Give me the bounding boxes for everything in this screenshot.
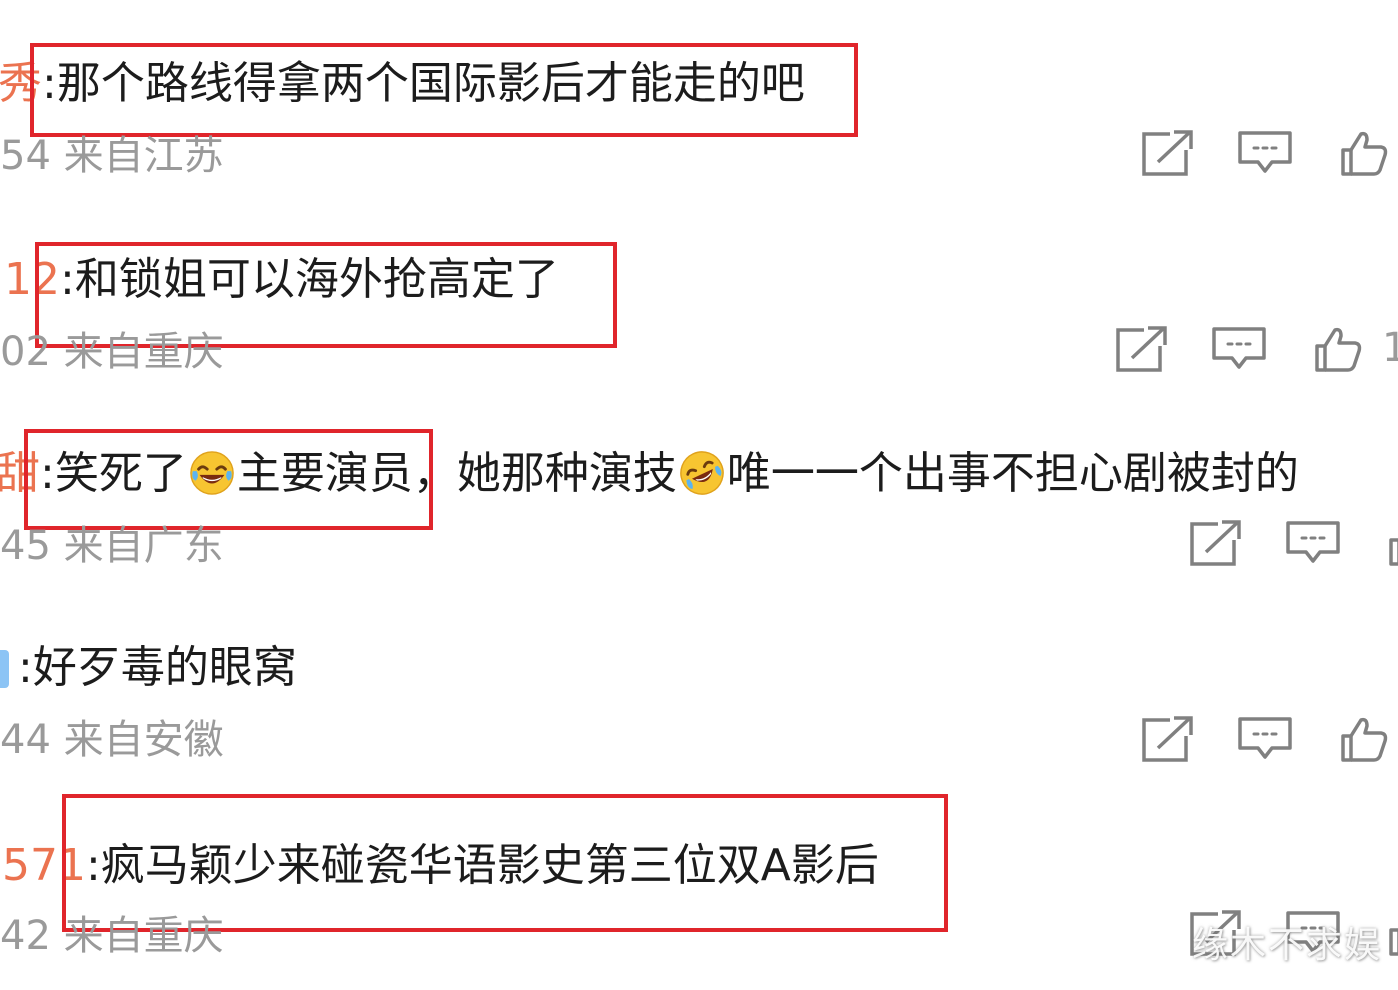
watermark: 缘木不求娱 — [1191, 925, 1382, 966]
comment-4-body: 好歹毒的眼窝 — [32, 642, 297, 693]
comment-3-body-part3: ，她那种演技 — [412, 448, 677, 499]
share-icon-graphic — [1142, 130, 1193, 176]
thumbs-up-icon-graphic — [1389, 538, 1398, 566]
comment-2-comment-icon[interactable] — [1210, 324, 1268, 374]
comment-icon-graphic — [1238, 717, 1292, 759]
comment-4-time: 44 — [0, 717, 51, 763]
comment-1-share-icon[interactable] — [1138, 128, 1196, 178]
comment-1-comment-icon[interactable] — [1236, 128, 1294, 178]
comment-3-body-part4: 唯一一个出事不担心剧被封的 — [726, 448, 1299, 499]
comment-4-nickname-badge[interactable] — [0, 650, 9, 688]
comment-1-time: 54 — [0, 133, 51, 179]
comment-4-separator: : — [18, 642, 33, 693]
share-icon-graphic — [1142, 716, 1193, 762]
comment-1-location: 来自江苏 — [63, 133, 224, 179]
comment-3-meta: 45 来自广东 — [0, 520, 224, 572]
comment-2-meta: 02 来自重庆 — [0, 326, 224, 378]
comment-3-highlight-box — [24, 429, 433, 530]
share-icon-graphic — [1190, 520, 1241, 566]
thumbs-up-icon-graphic — [1341, 131, 1388, 176]
comment-2-location: 来自重庆 — [63, 329, 224, 375]
comment-4-text: :好歹毒的眼窝 — [18, 640, 297, 696]
comment-1-highlight-box — [30, 43, 858, 137]
comment-5-time: 42 — [0, 913, 51, 959]
comment-2-like-count: 1 — [1382, 325, 1398, 371]
comment-4-meta: 44 来自安徽 — [0, 714, 224, 766]
comment-list-screenshot: 秀:那个路线得拿两个国际影后才能走的吧 54 来自江苏 12:和锁姐可以海外抢高… — [0, 0, 1398, 990]
comment-4-comment-icon[interactable] — [1236, 714, 1294, 764]
comment-3-comment-icon[interactable] — [1284, 518, 1342, 568]
thumbs-up-icon-graphic — [1389, 928, 1398, 956]
comment-3-share-icon[interactable] — [1186, 518, 1244, 568]
thumbs-up-icon-graphic — [1315, 327, 1362, 372]
comment-4-share-icon[interactable] — [1138, 714, 1196, 764]
comment-3-thumbs-up-icon[interactable] — [1382, 518, 1398, 568]
comment-icon-graphic — [1212, 327, 1266, 369]
comment-5-location: 来自重庆 — [63, 913, 224, 959]
share-icon-graphic — [1116, 326, 1167, 372]
comment-5-thumbs-up-icon[interactable] — [1382, 908, 1398, 958]
comment-2-time: 02 — [0, 329, 51, 375]
comment-5-meta: 42 来自重庆 — [0, 910, 224, 962]
comment-3-location: 来自广东 — [63, 523, 224, 569]
comment-3-time: 45 — [0, 523, 51, 569]
comment-4-location: 来自安徽 — [63, 717, 224, 763]
comment-4-thumbs-up-icon[interactable] — [1334, 714, 1392, 764]
comment-1-meta: 54 来自江苏 — [0, 130, 224, 182]
comment-1-thumbs-up-icon[interactable] — [1334, 128, 1392, 178]
comment-icon-graphic — [1286, 521, 1340, 563]
rolling-laughing-emoji — [679, 450, 725, 496]
comment-icon-graphic — [1238, 131, 1292, 173]
comment-2-share-icon[interactable] — [1112, 324, 1170, 374]
comment-2-thumbs-up-icon[interactable] — [1308, 324, 1366, 374]
thumbs-up-icon-graphic — [1341, 717, 1388, 762]
